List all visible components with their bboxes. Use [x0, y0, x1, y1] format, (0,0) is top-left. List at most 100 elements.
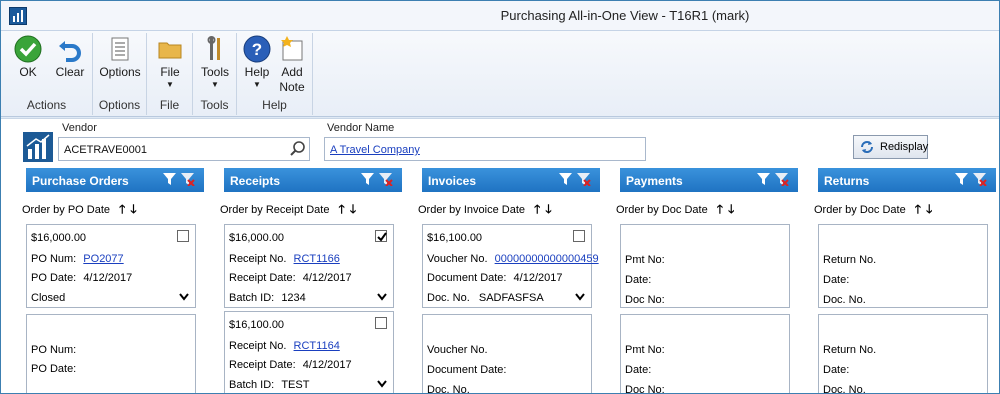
chevron-down-icon[interactable] [179, 293, 189, 301]
sort-ascending-arrow-icon[interactable]: 🡑 [717, 202, 723, 216]
refresh-icon [861, 141, 873, 153]
vendor-name-link[interactable]: A Travel Company [330, 144, 420, 156]
sort-descending-arrow-icon[interactable]: 🡓 [545, 202, 551, 216]
card-date-row: Date: [625, 364, 652, 376]
filter-icon[interactable] [558, 172, 573, 186]
invoice-card[interactable]: Voucher No. Document Date: Doc. No. [422, 314, 592, 394]
checkmark-icon [377, 232, 387, 242]
receipt-card-checkbox-checked[interactable] [375, 230, 387, 242]
file-button[interactable]: File ▼ [153, 35, 187, 89]
order-by-receipt-date[interactable]: Order by Receipt Date 🡑 🡓 [220, 200, 356, 221]
receipt-card[interactable]: $16,000.00 Receipt No. RCT1166 Receipt D… [224, 224, 394, 308]
payment-card[interactable]: Pmt No: Date: Doc No: [620, 314, 790, 393]
group-label-tools: Tools [200, 98, 229, 112]
sort-descending-arrow-icon[interactable]: 🡓 [926, 202, 932, 216]
options-list-icon [111, 37, 129, 61]
voucher-number-link[interactable]: 00000000000000459 [495, 253, 599, 265]
card-pmt-no-row: Pmt No: [625, 254, 665, 266]
order-by-doc-date[interactable]: Order by Doc Date 🡑 🡓 [814, 200, 932, 221]
svg-text:?: ? [252, 40, 262, 59]
card-doc-no-row: Doc. No. SADFASFSA [427, 292, 544, 304]
payment-card[interactable]: Pmt No: Date: Doc No: [620, 224, 790, 308]
receipt-card[interactable]: $16,100.00 Receipt No. RCT1164 Receipt D… [224, 311, 394, 393]
column-header-receipts: Receipts [224, 168, 402, 192]
order-by-po-date[interactable]: Order by PO Date 🡑 🡓 [22, 200, 137, 221]
po-card[interactable]: $16,000.00 PO Num: PO2077 PO Date: 4/12/… [26, 224, 196, 308]
card-amount: $16,100.00 [427, 232, 483, 244]
vendor-id-field[interactable]: ACETRAVE0001 [58, 137, 310, 161]
receipt-number-link[interactable]: RCT1166 [294, 253, 340, 265]
folder-icon [158, 42, 182, 59]
receipt-number-link[interactable]: RCT1164 [294, 340, 340, 352]
order-by-invoice-date[interactable]: Order by Invoice Date 🡑 🡓 [418, 200, 552, 221]
card-amount: $16,000.00 [229, 232, 285, 244]
vendor-name-field[interactable]: A Travel Company [324, 137, 646, 161]
po-card[interactable]: PO Num: PO Date: [26, 314, 196, 393]
undo-arrow-icon [59, 41, 81, 62]
invoice-card[interactable]: $16,100.00 Voucher No. 00000000000000459… [422, 224, 599, 308]
card-batch-row: Batch ID: TEST [229, 379, 310, 391]
clear-filter-icon[interactable] [774, 172, 789, 186]
card-amount: $16,000.00 [31, 232, 87, 244]
card-doc-no-row: Doc. No. [823, 384, 866, 394]
help-dropdown-caret: ▼ [253, 80, 261, 89]
tools-button[interactable]: Tools ▼ [197, 35, 233, 89]
card-pmt-no-row: Pmt No: [625, 344, 665, 356]
filter-icon[interactable] [162, 172, 177, 186]
ribbon-group-actions: OK Clear Actions [1, 33, 93, 115]
add-note-button[interactable]: Add Note [275, 35, 309, 95]
receipt-card-checkbox[interactable] [375, 317, 387, 329]
ribbon-group-file: File ▼ File [147, 33, 193, 115]
help-button[interactable]: ? Help ▼ [241, 35, 273, 89]
filter-icon[interactable] [360, 172, 375, 186]
clear-filter-icon[interactable] [378, 172, 393, 186]
column-header-invoices: Invoices [422, 168, 600, 192]
return-card[interactable]: Return No. Date: Doc. No. [818, 314, 988, 394]
ok-button[interactable]: OK [11, 35, 45, 80]
chevron-down-icon[interactable] [377, 293, 387, 301]
ribbon: OK Clear Actions Options Options File ▼ … [1, 31, 999, 117]
sort-descending-arrow-icon[interactable]: 🡓 [350, 202, 356, 216]
card-doc-no-row: Doc. No. [427, 384, 470, 394]
filter-icon[interactable] [954, 172, 969, 186]
card-document-date-row: Document Date: [427, 364, 507, 376]
chevron-down-icon[interactable] [377, 380, 387, 388]
card-batch-row: Batch ID: 1234 [229, 292, 306, 304]
chevron-down-icon[interactable] [575, 293, 585, 301]
help-question-icon: ? [243, 35, 271, 63]
card-receipt-date-row: Receipt Date: 4/12/2017 [229, 359, 352, 371]
card-doc-no-row: Doc. No. [823, 294, 866, 306]
vendor-name-label: Vendor Name [327, 122, 395, 134]
card-return-no-row: Return No. [823, 254, 877, 266]
po-number-link[interactable]: PO2077 [83, 253, 123, 265]
filter-icon[interactable] [756, 172, 771, 186]
sort-ascending-arrow-icon[interactable]: 🡑 [534, 202, 540, 216]
vendor-lookup-search-icon[interactable] [289, 140, 307, 158]
column-header-purchase-orders: Purchase Orders [26, 168, 204, 192]
clear-button[interactable]: Clear [53, 35, 87, 80]
options-button[interactable]: Options [97, 35, 143, 80]
clear-filter-icon[interactable] [576, 172, 591, 186]
group-label-options: Options [98, 98, 141, 112]
invoice-card-checkbox[interactable] [573, 230, 585, 242]
sort-descending-arrow-icon[interactable]: 🡓 [728, 202, 734, 216]
title-bar: Purchasing All-in-One View - T16R1 (mark… [1, 1, 999, 31]
sort-descending-arrow-icon[interactable]: 🡓 [130, 202, 136, 216]
sort-ascending-arrow-icon[interactable]: 🡑 [915, 202, 921, 216]
vendor-label: Vendor [62, 122, 97, 134]
group-label-file: File [159, 98, 180, 112]
ribbon-group-tools: Tools ▼ Tools [193, 33, 237, 115]
return-card[interactable]: Return No. Date: Doc. No. [818, 224, 988, 308]
order-by-doc-date[interactable]: Order by Doc Date 🡑 🡓 [616, 200, 734, 221]
sort-ascending-arrow-icon[interactable]: 🡑 [339, 202, 345, 216]
file-dropdown-caret: ▼ [166, 80, 174, 89]
card-voucher-row: Voucher No. [427, 344, 488, 356]
po-status: Closed [31, 292, 66, 304]
card-doc-no-row: Doc No: [625, 294, 665, 306]
po-card-checkbox[interactable] [177, 230, 189, 242]
checkmark-icon [14, 35, 42, 63]
clear-filter-icon[interactable] [180, 172, 195, 186]
sort-ascending-arrow-icon[interactable]: 🡑 [119, 202, 125, 216]
clear-filter-icon[interactable] [972, 172, 987, 186]
redisplay-button[interactable]: Redisplay [853, 135, 928, 159]
